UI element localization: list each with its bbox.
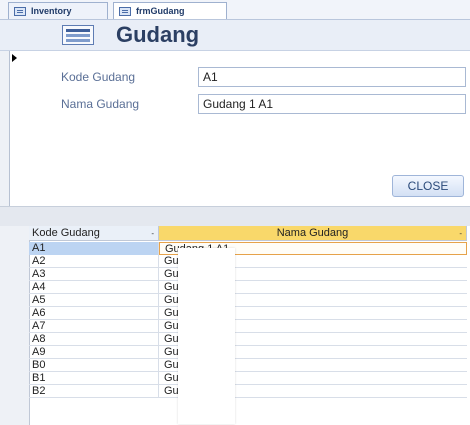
table-row[interactable]: A1 Gudang 1 A1 [29,242,467,255]
kode-gudang-label: Kode Gudang [61,70,136,84]
tab-frmgudang[interactable]: frmGudang [113,2,227,19]
dropdown-popup [178,248,235,424]
cell-kode[interactable]: B0 [29,359,159,372]
form-detail: Kode Gudang A1 Nama Gudang Gudang 1 A1 C… [0,51,470,206]
cell-kode[interactable]: A5 [29,294,159,307]
tab-frmgudang-label: frmGudang [136,6,185,16]
document-tab-strip: Inventory frmGudang [0,0,470,20]
row-selector-column[interactable] [0,226,30,425]
sort-dropdown-icon[interactable]: - [459,226,462,241]
table-row[interactable]: A7 Gudang 1 A7 [29,320,467,333]
form-icon [62,25,94,45]
table-row[interactable]: A2 Gudang 1 A2 [29,255,467,268]
table-row[interactable]: A4 Gudang 1 A4 [29,281,467,294]
column-header-label: Kode Gudang [32,227,100,239]
cell-kode[interactable]: A8 [29,333,159,346]
form-header: Gudang [0,20,470,51]
table-row[interactable]: A3 Gudang 1 A3 [29,268,467,281]
table-row[interactable]: A6 Gudang 1 A6 [29,307,467,320]
table-icon [14,7,26,16]
cell-kode[interactable]: A1 [29,242,159,255]
cell-kode[interactable]: A9 [29,346,159,359]
datasheet-header: Kode Gudang - Nama Gudang - [29,226,470,241]
table-row[interactable]: B0 Gudang 1 B10 [29,359,467,372]
tab-inventory[interactable]: Inventory [8,2,108,19]
nama-gudang-label: Nama Gudang [61,97,140,111]
sort-dropdown-icon[interactable]: - [151,226,154,241]
table-row[interactable]: A8 Gudang 1 A8 [29,333,467,346]
form-title: Gudang [116,22,200,47]
table-row[interactable]: A5 Gudang 1 A5 [29,294,467,307]
cell-kode[interactable]: A2 [29,255,159,268]
current-record-arrow-icon [12,54,17,62]
tab-inventory-label: Inventory [31,6,72,16]
cell-kode[interactable]: A3 [29,268,159,281]
close-button[interactable]: CLOSE [392,175,464,197]
cell-kode[interactable]: A7 [29,320,159,333]
column-header-nama-gudang[interactable]: Nama Gudang - [159,226,467,241]
table-row[interactable]: A9 Gudang 1 A9 [29,346,467,359]
record-selector[interactable] [0,51,10,206]
kode-gudang-field[interactable]: A1 [198,67,466,87]
column-header-kode-gudang[interactable]: Kode Gudang - [29,226,159,241]
table-row[interactable]: B2 Gudang 1 B2 [29,385,467,398]
column-header-label: Nama Gudang [276,227,349,239]
cell-kode[interactable]: B1 [29,372,159,385]
nama-gudang-field[interactable]: Gudang 1 A1 [198,94,466,114]
datasheet: Kode Gudang - Nama Gudang - A1 Gudang 1 … [0,226,470,425]
cell-kode[interactable]: A4 [29,281,159,294]
cell-kode[interactable]: B2 [29,385,159,398]
split-form-splitter[interactable] [0,206,470,227]
cell-kode[interactable]: A6 [29,307,159,320]
table-row[interactable]: B1 Gudang 1 B1 [29,372,467,385]
form-icon [119,7,131,16]
